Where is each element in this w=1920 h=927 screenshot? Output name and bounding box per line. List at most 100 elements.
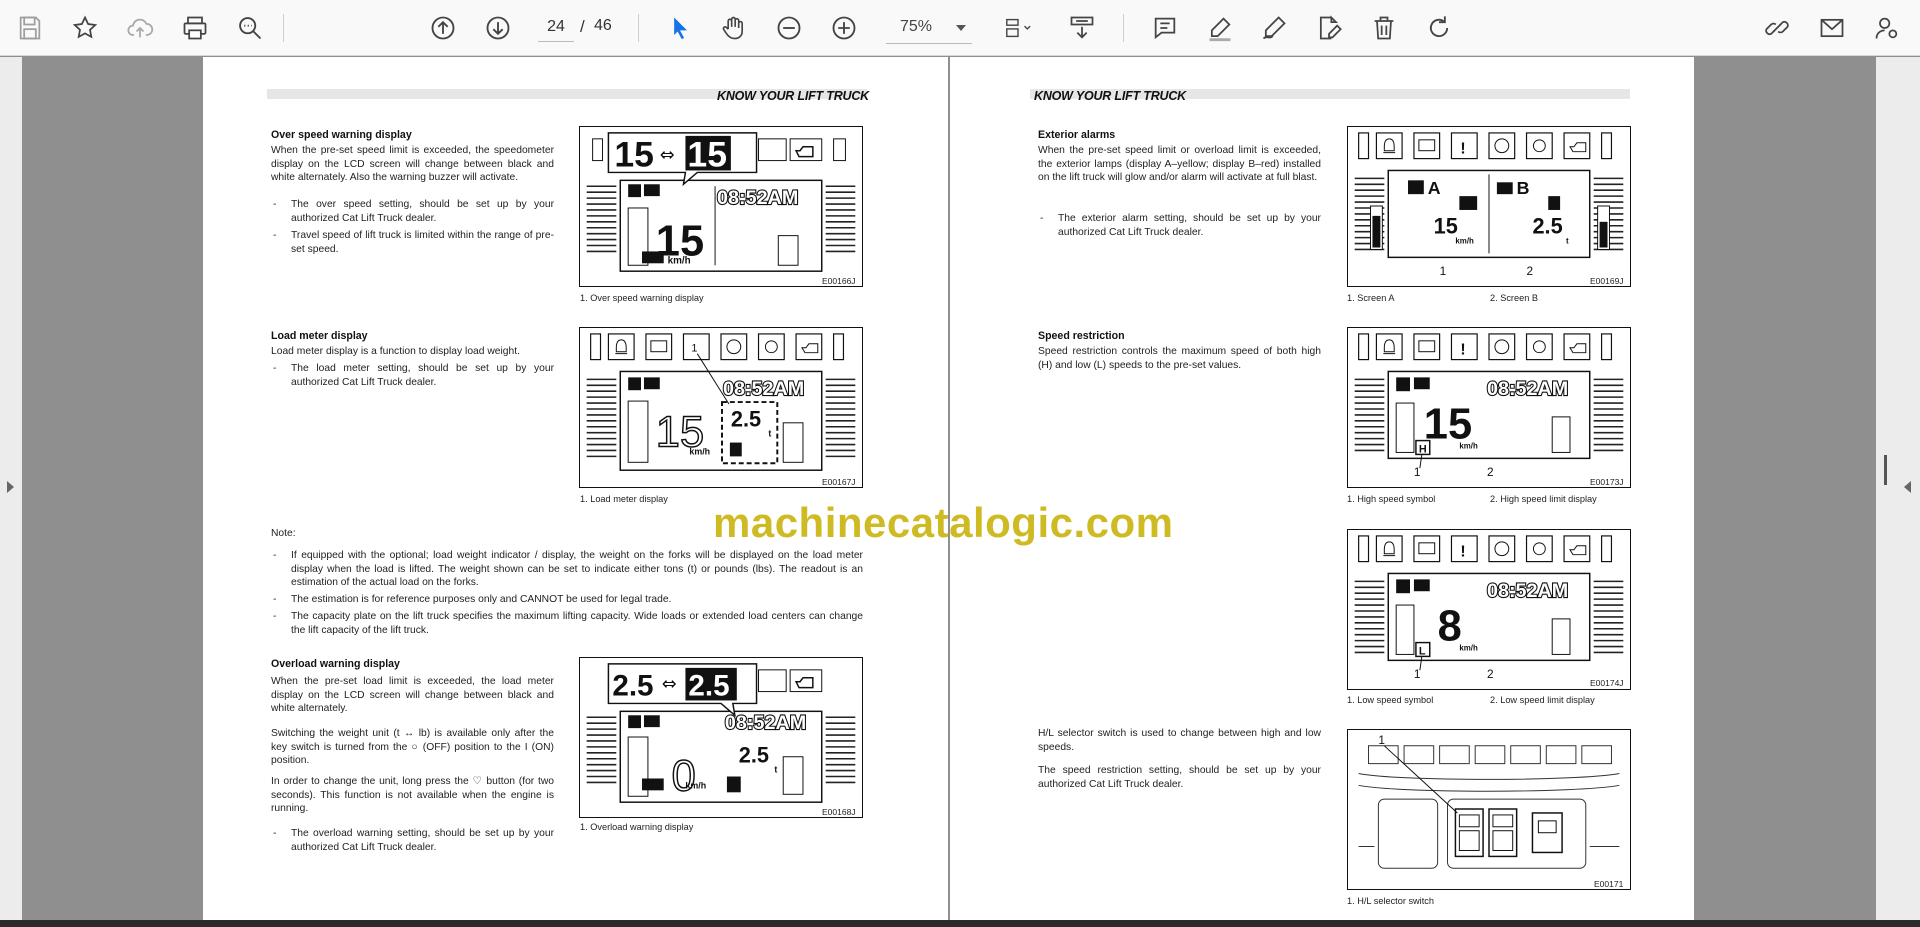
overload-text-3: In order to change the unit, long press … — [271, 776, 554, 815]
note-bullet-1: If equipped with the optional; load weig… — [271, 549, 863, 590]
save-icon[interactable] — [12, 10, 48, 46]
svg-text:L: L — [1419, 645, 1426, 657]
left-panel-rail[interactable] — [0, 57, 22, 920]
overload-title: Overload warning display — [271, 658, 400, 670]
overload-caption: 1. Overload warning display — [580, 822, 694, 832]
high-speed-limit-caption: 2. High speed limit display — [1490, 494, 1597, 504]
svg-text:km/h: km/h — [685, 780, 706, 790]
svg-text:08:52AM: 08:52AM — [725, 712, 806, 734]
svg-text:km/h: km/h — [1455, 237, 1474, 246]
over-speed-bullet-2: Travel speed of lift truck is limited wi… — [271, 229, 554, 256]
svg-text:15: 15 — [1434, 214, 1458, 239]
zoom-select[interactable]: 75% — [886, 12, 972, 44]
svg-text:0: 0 — [672, 752, 696, 800]
page-header: KNOW YOUR LIFT TRUCK — [717, 89, 870, 103]
edit-document-icon[interactable] — [1311, 10, 1347, 46]
toolbar: / 46 75% — [0, 0, 1920, 56]
extract-icon[interactable] — [1064, 10, 1100, 46]
svg-text:⇔: ⇔ — [662, 675, 677, 695]
svg-text:!: ! — [1460, 544, 1465, 561]
svg-text:B: B — [1517, 178, 1530, 198]
comment-icon[interactable] — [1147, 10, 1183, 46]
figure-code: E00168J — [822, 807, 856, 817]
svg-text:2.5: 2.5 — [688, 670, 729, 703]
svg-text:2.5: 2.5 — [612, 670, 653, 703]
page-number-input[interactable] — [538, 12, 574, 42]
rotate-icon[interactable] — [1421, 10, 1457, 46]
figure-code: E00166J — [822, 276, 856, 286]
bookmark-star-icon[interactable] — [67, 10, 103, 46]
screen-b-caption: 2. Screen B — [1490, 293, 1539, 303]
exterior-alarms-text: When the pre-set speed limit or overload… — [1038, 145, 1321, 184]
svg-text:H: H — [1419, 443, 1427, 455]
page-down-icon[interactable] — [480, 10, 516, 46]
bottom-bar — [0, 920, 1920, 927]
over-speed-bullet-1: The over speed setting, should be set up… — [271, 198, 554, 225]
note-bullet-2: The estimation is for reference purposes… — [271, 593, 863, 607]
zoom-out-icon[interactable] — [232, 10, 268, 46]
svg-text:t: t — [1566, 237, 1569, 246]
zoom-plus-icon[interactable] — [826, 10, 862, 46]
page-25-right: KNOW YOUR LIFT TRUCK Exterior alarms Whe… — [950, 57, 1694, 920]
share-link-icon[interactable] — [1759, 10, 1795, 46]
screen-a-caption: 1. Screen A — [1347, 293, 1395, 303]
exterior-alarms-title: Exterior alarms — [1038, 129, 1116, 141]
zoom-value: 75% — [900, 18, 933, 35]
right-panel-rail[interactable] — [1876, 57, 1920, 920]
svg-text:km/h: km/h — [668, 255, 691, 266]
email-icon[interactable] — [1814, 10, 1850, 46]
figure-code: E00167J — [822, 477, 856, 487]
svg-text:8: 8 — [1438, 603, 1462, 651]
collapse-right-panel-icon[interactable] — [1904, 481, 1911, 493]
svg-text:km/h: km/h — [1459, 643, 1478, 652]
figure-code: E00169J — [1590, 276, 1624, 286]
cloud-upload-icon[interactable] — [122, 10, 158, 46]
sign-pen-icon[interactable] — [1256, 10, 1292, 46]
svg-text:2: 2 — [1527, 264, 1534, 278]
svg-text:t: t — [774, 765, 777, 775]
speed-restriction-title: Speed restriction — [1038, 330, 1125, 342]
load-meter-title: Load meter display — [271, 330, 368, 342]
svg-text:08:52AM: 08:52AM — [723, 378, 804, 400]
exterior-alarms-figure: ! A B 15 km/h 2.5 t 1 2 — [1347, 126, 1631, 287]
svg-text:!: ! — [1460, 141, 1465, 158]
page-layout-icon[interactable] — [996, 10, 1040, 46]
zoom-minus-icon[interactable] — [771, 10, 807, 46]
svg-text:2: 2 — [1487, 667, 1494, 681]
svg-text:15: 15 — [614, 135, 654, 175]
svg-text:!: ! — [1460, 342, 1465, 359]
hl-selector-text-1: H/L selector switch is used to change be… — [1038, 728, 1321, 753]
svg-text:2.5: 2.5 — [739, 743, 769, 768]
figure-code: E00171 — [1594, 879, 1624, 889]
page-header: KNOW YOUR LIFT TRUCK — [1034, 89, 1187, 103]
expand-left-panel-icon[interactable] — [7, 481, 14, 493]
svg-text:08:52AM: 08:52AM — [1487, 378, 1568, 400]
page-24-left: KNOW YOUR LIFT TRUCK Over speed warning … — [203, 57, 948, 920]
load-meter-caption: 1. Load meter display — [580, 494, 668, 504]
over-speed-figure: 15 08:52AM km/h 15 ⇔ 15 — [579, 126, 863, 287]
print-icon[interactable] — [177, 10, 213, 46]
hand-pan-icon[interactable] — [716, 10, 752, 46]
hl-selector-caption: 1. H/L selector switch — [1347, 896, 1434, 906]
svg-text:A: A — [1428, 178, 1441, 198]
overload-figure: 0 08:52AM 2.5 t km/h 2.5 ⇔ 2.5 — [579, 657, 863, 818]
low-speed-limit-caption: 2. Low speed limit display — [1490, 695, 1595, 705]
svg-text:km/h: km/h — [689, 446, 710, 456]
load-meter-figure: 15 08:52AM km/h 2.5 t 1 — [579, 327, 863, 488]
over-speed-title: Over speed warning display — [271, 129, 412, 141]
highlight-pen-icon[interactable] — [1202, 10, 1238, 46]
page-up-icon[interactable] — [425, 10, 461, 46]
hl-selector-text-2: The speed restriction setting, should be… — [1038, 765, 1321, 790]
over-speed-text: When the pre-set speed limit is exceeded… — [271, 145, 554, 184]
load-meter-bullet-1: The load meter setting, should be set up… — [271, 362, 554, 389]
select-cursor-icon[interactable] — [662, 10, 698, 46]
overload-text-2: Switching the weight unit (t ↔ lb) is av… — [271, 728, 554, 767]
user-settings-icon[interactable] — [1869, 10, 1905, 46]
load-meter-text: Load meter display is a function to disp… — [271, 346, 520, 357]
svg-text:1: 1 — [1440, 264, 1447, 278]
note-bullet-3: The capacity plate on the lift truck spe… — [271, 610, 863, 637]
delete-icon[interactable] — [1366, 10, 1402, 46]
scrollbar-thumb[interactable] — [1884, 455, 1887, 485]
low-speed-symbol-caption: 1. Low speed symbol — [1347, 695, 1434, 705]
document-viewport[interactable]: KNOW YOUR LIFT TRUCK Over speed warning … — [0, 57, 1920, 920]
